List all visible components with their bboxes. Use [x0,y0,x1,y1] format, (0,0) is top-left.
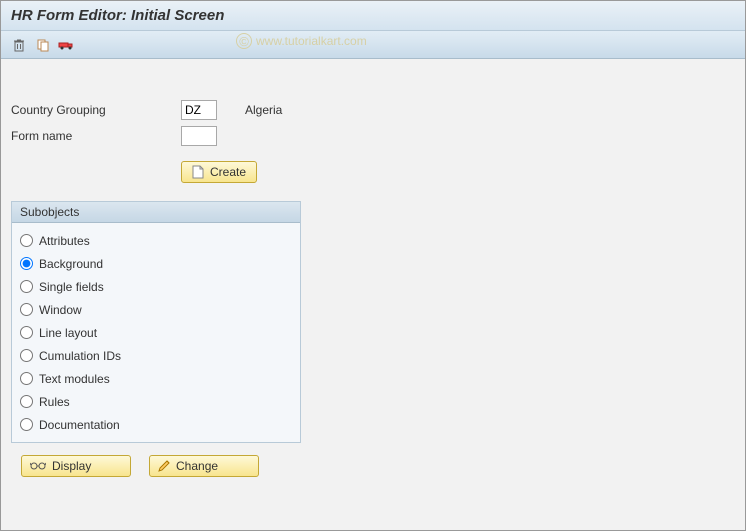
subobject-radio[interactable] [20,326,33,339]
subobject-option[interactable]: Attributes [20,229,292,252]
subobject-option[interactable]: Cumulation IDs [20,344,292,367]
subobject-radio[interactable] [20,280,33,293]
subobject-radio[interactable] [20,418,33,431]
window-title: HR Form Editor: Initial Screen [1,1,745,31]
create-button[interactable]: Create [181,161,257,183]
pencil-icon [158,460,170,472]
subobjects-title: Subobjects [12,202,300,223]
display-button[interactable]: Display [21,455,131,477]
subobject-radio[interactable] [20,349,33,362]
country-grouping-input[interactable] [181,100,217,120]
subobject-label: Window [39,303,82,317]
subobject-option[interactable]: Single fields [20,275,292,298]
create-button-label: Create [210,165,246,179]
country-grouping-display: Algeria [245,103,282,117]
subobject-radio[interactable] [20,257,33,270]
subobject-label: Single fields [39,280,104,294]
subobjects-group: Subobjects Attributes Background Single fi… [11,201,301,443]
transport-icon[interactable] [59,37,75,53]
subobject-option[interactable]: Line layout [20,321,292,344]
copy-icon[interactable] [35,37,51,53]
subobject-option[interactable]: Rules [20,390,292,413]
glasses-icon [30,461,46,471]
subobject-label: Line layout [39,326,97,340]
subobject-radio[interactable] [20,395,33,408]
subobject-option[interactable]: Documentation [20,413,292,436]
change-button-label: Change [176,459,218,473]
subobject-label: Rules [39,395,70,409]
form-name-input[interactable] [181,126,217,146]
subobject-label: Text modules [39,372,110,386]
subobject-label: Documentation [39,418,120,432]
subobject-radio[interactable] [20,303,33,316]
subobject-label: Cumulation IDs [39,349,121,363]
form-name-label: Form name [11,129,181,143]
subobject-radio[interactable] [20,234,33,247]
subobject-radio[interactable] [20,372,33,385]
new-doc-icon [192,165,204,179]
country-grouping-label: Country Grouping [11,103,181,117]
subobject-label: Background [39,257,103,271]
subobject-option[interactable]: Text modules [20,367,292,390]
subobject-option[interactable]: Window [20,298,292,321]
toolbar [1,31,745,59]
display-button-label: Display [52,459,91,473]
subobject-option[interactable]: Background [20,252,292,275]
subobject-label: Attributes [39,234,90,248]
change-button[interactable]: Change [149,455,259,477]
delete-icon[interactable] [11,37,27,53]
